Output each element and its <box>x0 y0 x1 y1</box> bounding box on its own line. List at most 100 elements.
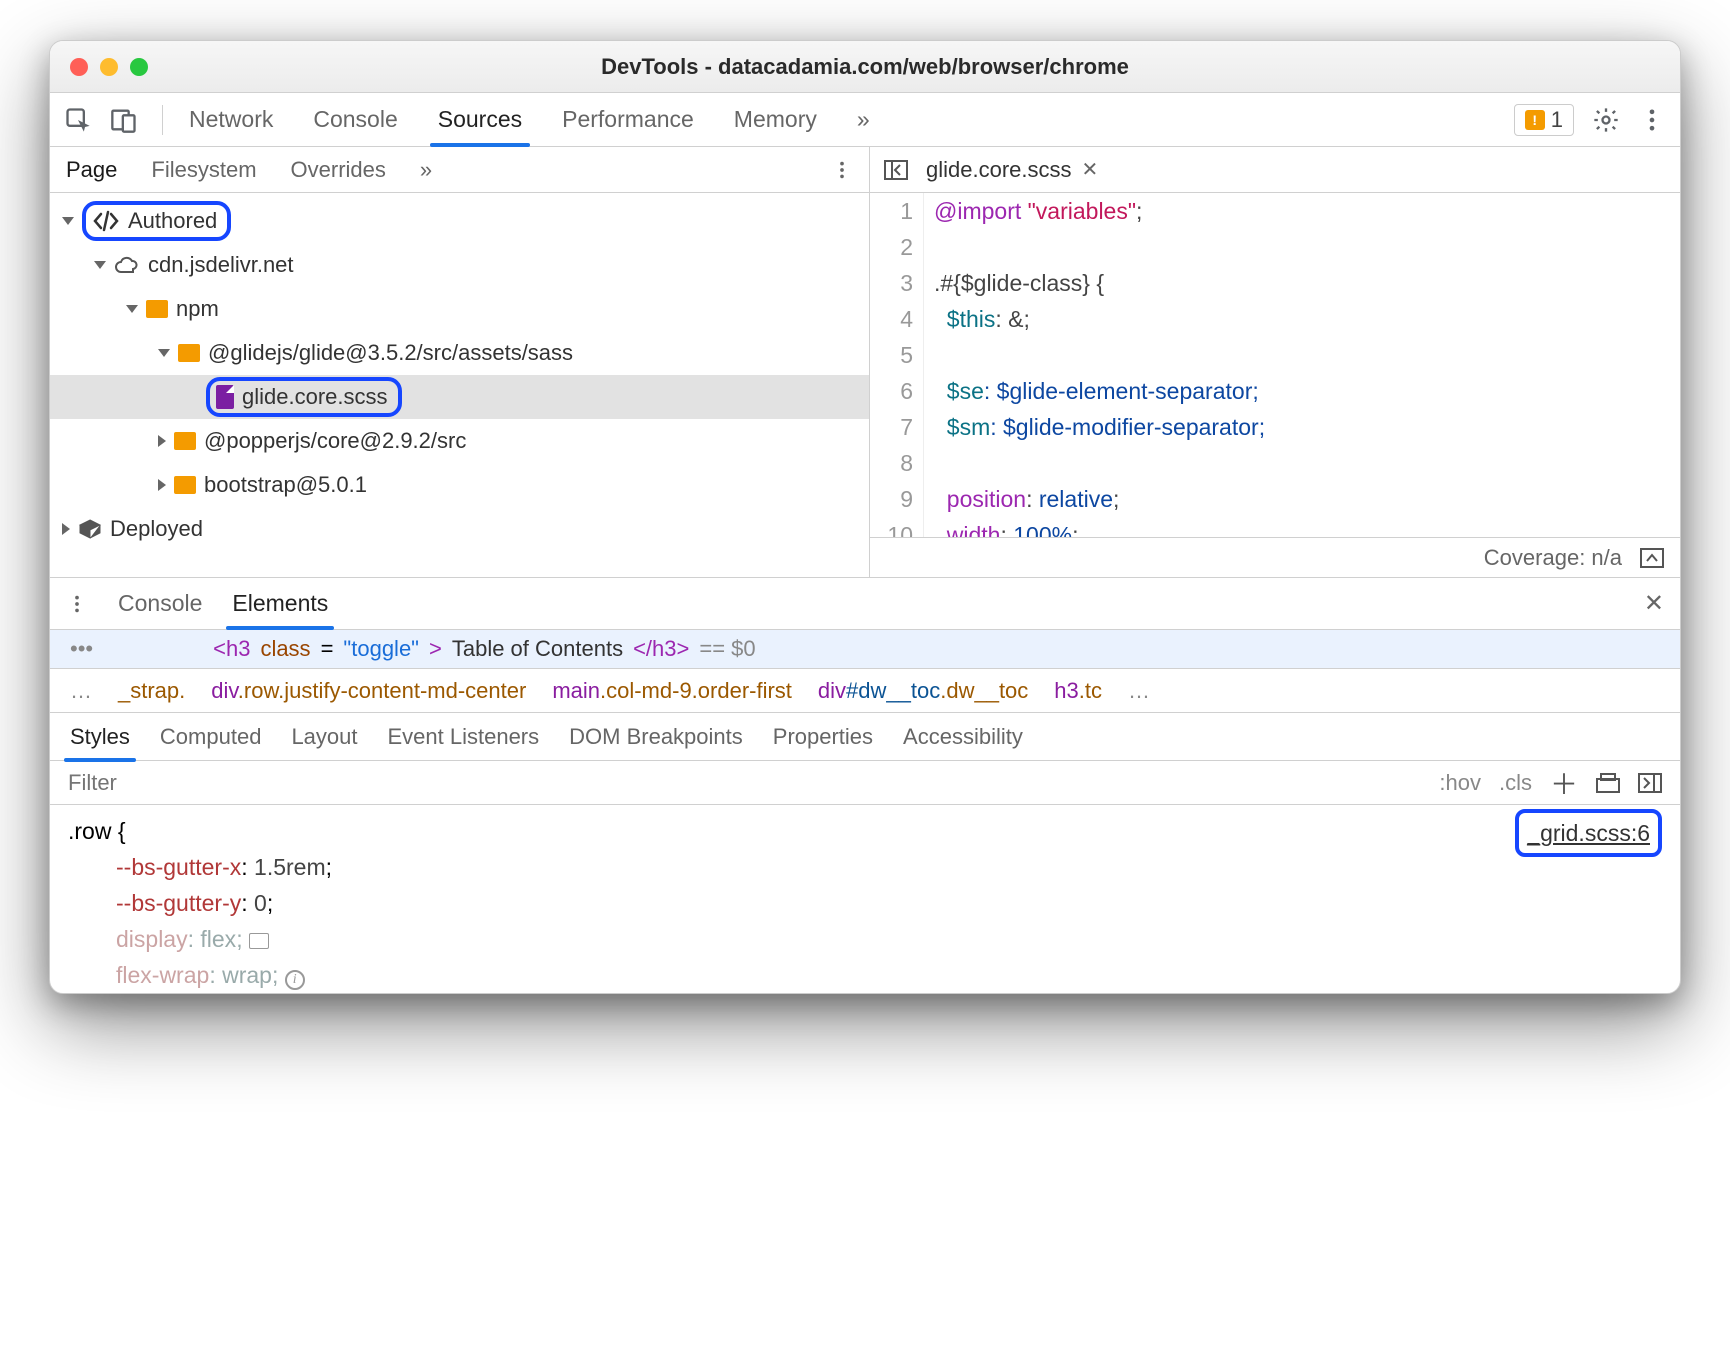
tab-performance[interactable]: Performance <box>560 106 696 133</box>
tab-console[interactable]: Console <box>311 106 399 133</box>
crumb-ellipsis: … <box>70 678 92 704</box>
crumb[interactable]: main.col-md-9.order-first <box>552 678 792 704</box>
plus-icon[interactable]: ＋ <box>1550 763 1578 803</box>
tok: $se <box>947 378 984 404</box>
drawer-tab-console[interactable]: Console <box>118 590 202 617</box>
breadcrumb[interactable]: … _strap. div.row.justify-content-md-cen… <box>50 669 1680 713</box>
line-num: 10 <box>870 517 913 537</box>
rule-source[interactable]: _grid.scss:6 <box>1515 809 1662 857</box>
tok: : $glide-element-separator; <box>984 378 1259 404</box>
filter-input[interactable] <box>68 770 1421 796</box>
tab-network[interactable]: Network <box>187 106 275 133</box>
rule-source-link[interactable]: _grid.scss:6 <box>1527 815 1650 851</box>
tab-layout[interactable]: Layout <box>291 724 357 750</box>
kebab-icon[interactable] <box>1638 106 1666 134</box>
caret-icon <box>158 479 166 491</box>
code-editor[interactable]: 1 2 3 4 5 6 7 8 9 10 11 @import "variabl… <box>870 193 1680 537</box>
tok: width <box>947 522 1001 537</box>
sidebar-toggle-icon[interactable] <box>1638 773 1662 793</box>
tok: @import <box>934 198 1021 224</box>
line-num: 2 <box>870 229 913 265</box>
drawer-tab-elements[interactable]: Elements <box>232 590 328 617</box>
code-area[interactable]: @import "variables"; .#{$glide-class} { … <box>924 193 1680 537</box>
coverage-label: Coverage: n/a <box>1484 545 1622 571</box>
traffic-lights <box>70 58 148 76</box>
nav-tabs-overflow[interactable]: » <box>420 157 432 183</box>
panel-tabs: Network Console Sources Performance Memo… <box>187 106 872 133</box>
tab-styles[interactable]: Styles <box>70 724 130 750</box>
tree-selected-file[interactable]: glide.core.scss <box>50 375 869 419</box>
navigator-tabs: Page Filesystem Overrides » <box>50 147 869 193</box>
maximize-button[interactable] <box>130 58 148 76</box>
inspect-icon[interactable] <box>64 106 92 134</box>
crumb[interactable]: h3.tc <box>1054 678 1102 704</box>
tree-label: npm <box>176 296 219 322</box>
tabs-overflow[interactable]: » <box>855 106 872 133</box>
drawer: Console Elements ✕ ••• <h3 class="toggle… <box>50 577 1680 993</box>
tok: : $glide-modifier-separator; <box>990 414 1265 440</box>
tok: "toggle" <box>343 636 419 662</box>
tree-cdn[interactable]: cdn.jsdelivr.net <box>50 243 869 287</box>
editor-tab[interactable]: glide.core.scss ✕ <box>926 157 1098 183</box>
nav-tab-page[interactable]: Page <box>66 157 117 183</box>
tab-computed[interactable]: Computed <box>160 724 262 750</box>
crumb[interactable]: div#dw__toc.dw__toc <box>818 678 1028 704</box>
close-tab-icon[interactable]: ✕ <box>1082 157 1099 182</box>
device-toggle-icon[interactable] <box>110 106 138 134</box>
toggle-sidebar-icon[interactable] <box>884 160 908 180</box>
tok: relative <box>1039 486 1113 512</box>
tok: .#{$glide-class} { <box>934 270 1104 296</box>
kebab-icon[interactable] <box>66 593 88 615</box>
tok: "variables" <box>1028 198 1136 224</box>
elements-selected-row[interactable]: ••• <h3 class="toggle">Table of Contents… <box>50 630 1680 669</box>
close-button[interactable] <box>70 58 88 76</box>
close-drawer-icon[interactable]: ✕ <box>1644 589 1664 618</box>
nav-tab-filesystem[interactable]: Filesystem <box>151 157 256 183</box>
navigator-pane: Page Filesystem Overrides » Authored <box>50 147 870 577</box>
separator <box>162 105 163 135</box>
crumb[interactable]: _strap. <box>118 678 185 704</box>
tree-authored[interactable]: Authored <box>50 199 869 243</box>
tab-dom-breakpoints[interactable]: DOM Breakpoints <box>569 724 743 750</box>
tab-listeners[interactable]: Event Listeners <box>388 724 540 750</box>
css-prop: --bs-gutter-y <box>116 890 241 916</box>
tab-memory[interactable]: Memory <box>732 106 819 133</box>
kebab-icon[interactable] <box>831 159 853 181</box>
caret-icon <box>158 349 170 357</box>
tree-npm[interactable]: npm <box>50 287 869 331</box>
tree-deployed[interactable]: Deployed <box>50 507 869 551</box>
tok: ; <box>1136 198 1142 224</box>
info-icon[interactable]: i <box>285 970 305 990</box>
tab-properties[interactable]: Properties <box>773 724 873 750</box>
tree-label: cdn.jsdelivr.net <box>148 252 294 278</box>
minimize-button[interactable] <box>100 58 118 76</box>
css-prop: display <box>116 926 188 952</box>
tree-bootstrap[interactable]: bootstrap@5.0.1 <box>50 463 869 507</box>
caret-icon <box>62 217 74 225</box>
gear-icon[interactable] <box>1592 106 1620 134</box>
tree-glide-path[interactable]: @glidejs/glide@3.5.2/src/assets/sass <box>50 331 869 375</box>
crumb[interactable]: div.row.justify-content-md-center <box>211 678 526 704</box>
tab-accessibility[interactable]: Accessibility <box>903 724 1023 750</box>
css-rule[interactable]: _grid.scss:6 .row { --bs-gutter-x: 1.5re… <box>50 805 1680 993</box>
code-icon <box>92 210 120 232</box>
editor-tab-name: glide.core.scss <box>926 157 1072 183</box>
nav-tab-overrides[interactable]: Overrides <box>291 157 386 183</box>
hov-toggle[interactable]: :hov <box>1439 770 1481 796</box>
warning-badge[interactable]: ! 1 <box>1514 104 1574 136</box>
tab-sources[interactable]: Sources <box>436 106 524 133</box>
collapse-icon[interactable] <box>1640 548 1664 568</box>
line-num: 1 <box>870 193 913 229</box>
box-model-icon[interactable] <box>1596 773 1620 793</box>
flex-badge-icon[interactable] <box>249 933 269 949</box>
tree-popper[interactable]: @popperjs/core@2.9.2/src <box>50 419 869 463</box>
tok: <h3 <box>213 636 250 662</box>
tree-label: glide.core.scss <box>242 384 388 410</box>
styles-tabs: Styles Computed Layout Event Listeners D… <box>50 713 1680 761</box>
tok: : &; <box>995 306 1030 332</box>
css-val: 1.5rem <box>254 854 326 880</box>
cls-toggle[interactable]: .cls <box>1499 770 1532 796</box>
tree-label: Authored <box>128 208 217 234</box>
tok: </h3> <box>633 636 689 662</box>
folder-icon <box>174 476 196 494</box>
